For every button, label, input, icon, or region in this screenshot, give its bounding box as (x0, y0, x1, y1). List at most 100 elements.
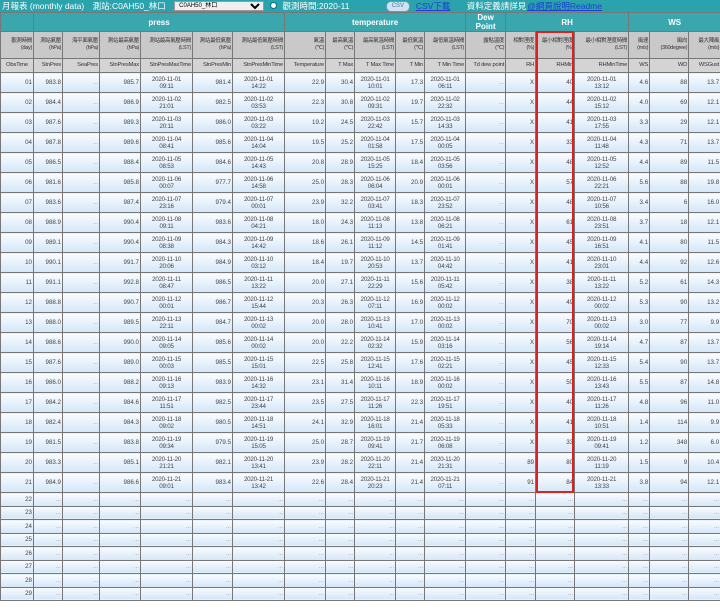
cell-wd: 92 (649, 252, 690, 273)
cell-stnpresmax: 989.3 (99, 112, 141, 133)
cell-td-dew-point: ... (465, 546, 507, 561)
cell-wd: ... (649, 573, 690, 588)
cell-stnpresmaxtime: 2020-11-16 09:13 (140, 372, 193, 393)
cell-rhmin: 41 (535, 252, 576, 273)
cell-rh: X (505, 232, 537, 253)
column-header-temperature: Temperature (284, 58, 327, 73)
cell-ws: 3.7 (628, 212, 651, 233)
cell-temperature: ... (284, 573, 327, 588)
cell-t-max: 28.3 (325, 172, 356, 193)
cell-rhmintime: 2020-11-08 23:51 (574, 212, 630, 233)
cell-rhmintime: 2020-11-16 13:43 (574, 372, 630, 393)
column-header-stnpres: StnPres (33, 58, 63, 73)
cell-rhmin: ... (535, 519, 576, 534)
cell-stnpresmintime: 2020-11-02 03:53 (231, 92, 286, 113)
radio-icon[interactable] (269, 2, 277, 10)
column-header-zh-rh: 相對溼度 (%) (505, 31, 537, 59)
cell-t-max: 26.3 (325, 292, 356, 313)
table-row: 17 984.2... 984.6 2020-11-17 11:51 982.5 2020… (0, 392, 720, 413)
cell-td-dew-point: ... (465, 152, 507, 173)
cell-t-min-time: 2020-11-06 00:01 (424, 172, 467, 193)
cell-stnpresmintime: 2020-11-08 04:21 (231, 212, 286, 233)
station-select[interactable]: C0AH50_林口 (174, 1, 265, 11)
cell-rh: X (505, 372, 537, 393)
cell-t-max-time: 2020-11-01 10:01 (354, 72, 397, 93)
cell-t-max: 28.0 (325, 312, 356, 333)
cell-rhmintime: 2020-11-12 00:02 (574, 292, 630, 313)
cell-stnpresmax: 987.4 (99, 192, 141, 213)
cell-wd: 9 (649, 452, 690, 473)
cell-t-max: 25.2 (325, 132, 356, 153)
cell-stnpres: ... (33, 573, 63, 588)
cell-rh: X (505, 92, 537, 113)
cell-seapres: ... (62, 212, 100, 233)
cell-stnpres: 981.6 (33, 172, 63, 193)
cell-wsgust: 11.0 (688, 392, 720, 413)
cell-wsgust: 6.0 (688, 432, 720, 453)
cell-stnpres: ... (33, 519, 63, 534)
cell-stnpresmaxtime: 2020-11-09 08:38 (140, 232, 193, 253)
column-header-zh-ws: 風速 (m/s) (628, 31, 651, 59)
station-label: 測站:C0AH50_林口 (92, 1, 166, 11)
cell-obstime: 15 (0, 352, 34, 373)
cell-seapres: ... (62, 112, 100, 133)
cell-wd: 61 (649, 272, 690, 293)
cell-td-dew-point: ... (465, 212, 507, 233)
cell-rh: 89 (505, 452, 537, 473)
cell-ws: 3.3 (628, 112, 651, 133)
cell-temperature: 23.5 (284, 392, 327, 413)
cell-wd: 77 (649, 312, 690, 333)
csv-icon[interactable]: CSV (385, 1, 410, 13)
cell-stnpresmax: ... (99, 492, 141, 507)
cell-stnpresmaxtime: 2020-11-06 00:07 (140, 172, 193, 193)
cell-temperature: ... (284, 492, 327, 507)
cell-wsgust: 13.2 (688, 292, 720, 313)
cell-temperature: ... (284, 505, 327, 520)
readme-link[interactable]: @網頁說明Readme (527, 1, 602, 11)
cell-stnpresmax: 989.6 (99, 132, 141, 153)
cell-t-min: ... (395, 573, 426, 588)
cell-obstime: 21 (0, 472, 34, 493)
cell-rh: ... (505, 586, 537, 601)
cell-stnpresmaxtime: ... (140, 519, 193, 534)
cell-stnpresmintime: ... (231, 559, 286, 574)
cell-ws: 3.4 (628, 192, 651, 213)
cell-stnpresmin: ... (192, 546, 233, 561)
cell-td-dew-point: ... (465, 559, 507, 574)
table-row: 04 987.8... 989.6 2020-11-04 08:41 985.6 2020… (0, 132, 720, 153)
cell-t-max-time: 2020-11-03 22:42 (354, 112, 397, 133)
cell-stnpresmin: 986.0 (192, 112, 233, 133)
cell-stnpresmin: ... (192, 519, 233, 534)
cell-obstime: 05 (0, 152, 34, 173)
cell-t-max-time: 2020-11-16 10:11 (354, 372, 397, 393)
cell-t-max-time: 2020-11-08 11:13 (354, 212, 397, 233)
cell-t-min: 18.3 (395, 192, 426, 213)
cell-rhmin: 48 (535, 192, 576, 213)
cell-stnpresmin: 979.5 (192, 432, 233, 453)
table-row: 05 986.5... 988.4 2020-11-05 08:53 984.6 2020… (0, 152, 720, 173)
cell-wsgust: 13.7 (688, 352, 720, 373)
cell-t-min-time: 2020-11-12 00:02 (424, 292, 467, 313)
cell-obstime: 03 (0, 112, 34, 133)
cell-rhmintime: ... (574, 559, 630, 574)
cell-seapres: ... (62, 392, 100, 413)
cell-stnpresmintime: 2020-11-19 15:05 (231, 432, 286, 453)
cell-t-max-time: 2020-11-19 09:41 (354, 432, 397, 453)
table-row: 18 982.4... 984.3 2020-11-18 09:02 980.5 2020… (0, 412, 720, 433)
cell-stnpres: 988.9 (33, 212, 63, 233)
cell-rhmin: ... (535, 532, 576, 547)
cell-obstime: 09 (0, 232, 34, 253)
csv-download-link[interactable]: CSV下載 (416, 1, 450, 11)
cell-rhmin: 48 (535, 152, 576, 173)
cell-wsgust: ... (688, 546, 720, 561)
cell-t-min-time: ... (424, 519, 467, 534)
table-row: 16 986.0... 988.2 2020-11-16 09:13 983.9 2020… (0, 372, 720, 393)
cell-stnpresmax: 991.7 (99, 252, 141, 273)
cell-stnpresmax: 986.9 (99, 92, 141, 113)
cell-td-dew-point: ... (465, 492, 507, 507)
table-row: 10 990.1... 991.7 2020-11-10 20:06 984.9 2020… (0, 252, 720, 273)
table-row: 13 988.0... 989.5 2020-11-13 22:11 984.7 2020… (0, 312, 720, 333)
column-header-zh-wd: 風向 (360degree) (649, 31, 690, 59)
cell-t-min: 18.4 (395, 152, 426, 173)
cell-stnpresmintime: 2020-11-14 00:02 (231, 332, 286, 353)
